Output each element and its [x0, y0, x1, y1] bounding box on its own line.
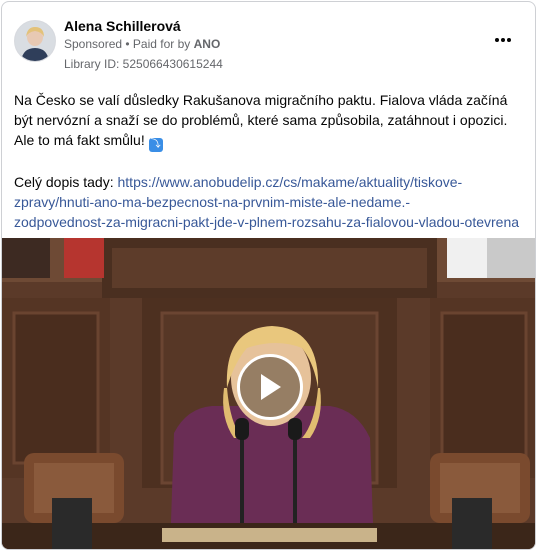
more-options-dot	[501, 38, 505, 42]
link-line-1: https://www.anobudelip.cz/cs/makame/aktu…	[117, 174, 463, 190]
paid-for-prefix: Paid for by	[132, 37, 194, 51]
more-options-button[interactable]	[489, 30, 517, 50]
author-avatar[interactable]	[14, 20, 56, 62]
more-options-icon	[495, 38, 499, 42]
post-header: Alena Schillerová Sponsored • Paid for b…	[14, 14, 523, 76]
play-button[interactable]	[237, 354, 303, 420]
sponsored-info: Sponsored • Paid for by ANO	[64, 37, 220, 51]
meta-separator: •	[122, 37, 133, 51]
play-icon	[261, 374, 281, 400]
author-name[interactable]: Alena Schillerová	[64, 18, 181, 34]
post-message: Na Česko se valí důsledky Rakušanova mig…	[14, 90, 523, 152]
link-line-2: zpravy/hnuti-ano-ma-bezpecnost-na-prvnim…	[14, 194, 411, 210]
post-message-text: Na Česko se valí důsledky Rakušanova mig…	[14, 92, 508, 148]
ad-post-card: Alena Schillerová Sponsored • Paid for b…	[1, 1, 536, 550]
link-prefix: Celý dopis tady:	[14, 174, 118, 190]
arrow-down-icon: ⤵	[148, 138, 163, 152]
library-id: Library ID: 525066430615244	[64, 57, 223, 71]
avatar-image	[15, 21, 55, 61]
paid-for-by-name[interactable]: ANO	[194, 37, 221, 51]
sponsored-label: Sponsored	[64, 37, 123, 51]
more-options-dot	[507, 38, 511, 42]
